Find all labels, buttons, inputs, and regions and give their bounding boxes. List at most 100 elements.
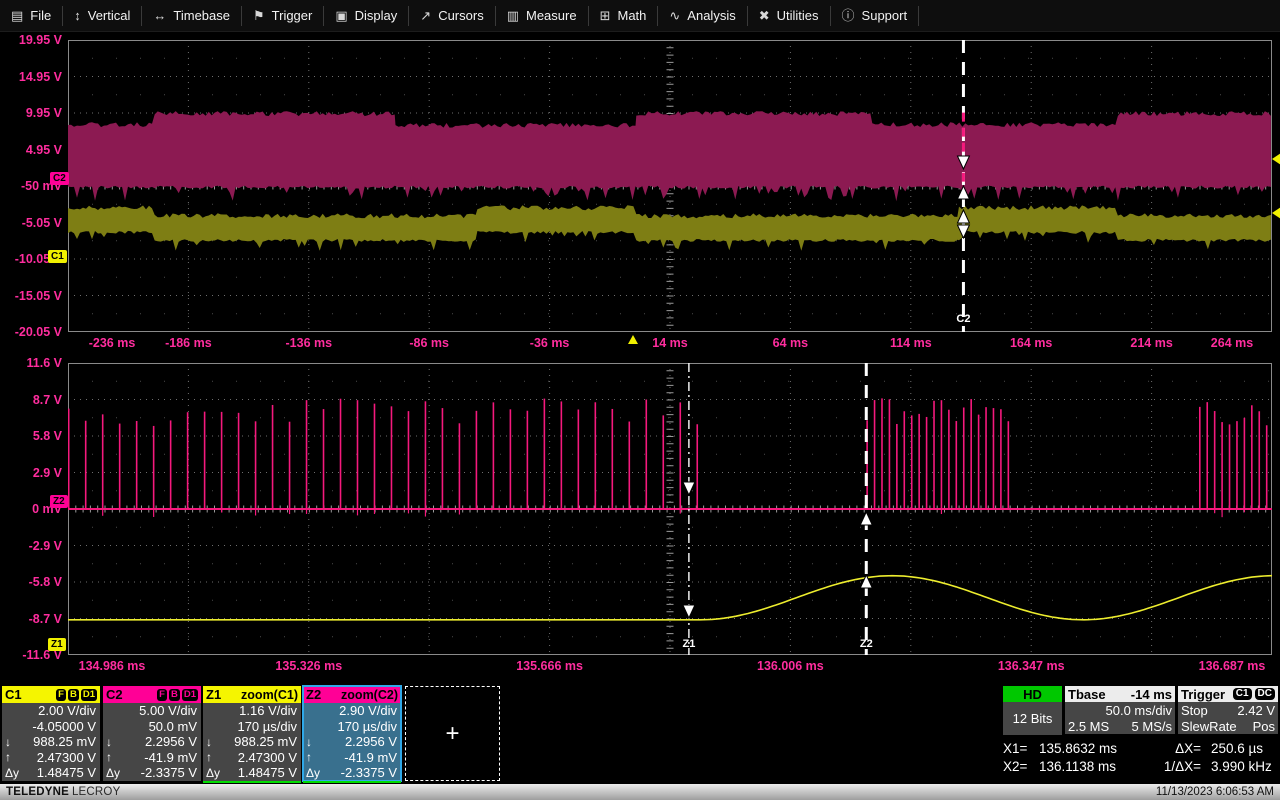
trigger-icon: ⚑	[253, 8, 265, 23]
descriptor-value: 2.47300 V	[36, 749, 96, 765]
descriptor-value: 2.90 V/div	[339, 703, 397, 719]
trigger-level: 2.42 V	[1237, 702, 1275, 718]
c1-offset-tab[interactable]: C1	[48, 250, 67, 263]
cursor-level-icon: ↑	[306, 750, 312, 765]
menu-item-measure[interactable]: ▥ Measure	[496, 0, 588, 31]
descriptor-row: 1.16 V/div	[203, 703, 301, 719]
main-ytick: 14.95 V	[18, 69, 62, 84]
menu-label: Vertical	[87, 8, 131, 23]
trigger-header: Trigger C1 DC	[1178, 686, 1278, 702]
z1-offset-tab[interactable]: Z1	[48, 638, 66, 651]
file-icon: ▤	[11, 8, 24, 23]
descriptor-id: Z2	[306, 687, 322, 702]
menu-item-support[interactable]: ⓘ Support	[831, 0, 919, 31]
descriptor-value: 170 µs/div	[237, 718, 297, 734]
main-xtick: 114 ms	[889, 336, 932, 350]
menu-label: Support	[861, 8, 908, 23]
descriptor-row: 2.90 V/div	[303, 703, 401, 719]
trigger-mode: Stop	[1181, 702, 1208, 718]
x2-value: 136.1138 ms	[1039, 758, 1117, 774]
cursor-level-icon: Δy	[206, 765, 221, 780]
descriptor-badge-b: B	[67, 688, 79, 701]
descriptor-z2[interactable]: Z2 zoom(C2) 2.90 V/div 170 µs/div ↓ 2.2956 V ↑…	[302, 685, 402, 783]
descriptor-value: -41.9 mV	[144, 749, 197, 765]
menu-item-utilities[interactable]: ✖ Utilities	[748, 0, 830, 31]
descriptor-value: 170 µs/div	[337, 718, 397, 734]
cursor-level-icon: ↓	[206, 734, 212, 749]
main-ytick: -5.05 V	[21, 215, 62, 230]
brand-teledyne: TELEDYNE	[6, 786, 69, 798]
menu-label: Timebase	[173, 8, 230, 23]
cursor-level-icon: ↑	[5, 750, 11, 765]
trace-c1[interactable]	[68, 205, 1271, 251]
zoom-enabled-underline	[203, 781, 301, 783]
hd-acquisition-box[interactable]: HD 12 Bits	[1003, 686, 1062, 735]
right-edge-level-marker[interactable]	[1272, 207, 1280, 220]
zoom-plot-svg[interactable]: Z1 Z2	[68, 363, 1272, 655]
z2-offset-tab[interactable]: Z2	[50, 495, 68, 508]
descriptor-badge-d1: D1	[181, 688, 198, 701]
trigger-position-marker[interactable]	[627, 335, 638, 344]
main-plot-svg[interactable]: C2	[68, 40, 1272, 332]
descriptor-value: 5.00 V/div	[139, 703, 197, 719]
math-icon: ⊞	[599, 8, 611, 23]
menu-item-file[interactable]: ▤ File	[0, 0, 62, 31]
menu-bar: ▤ File ↕ Vertical ↔ Timebase ⚑ Trigger ▣ Display ↗…	[0, 0, 1280, 32]
c2-offset-tab[interactable]: C2	[50, 172, 69, 185]
descriptor-row: ↑ -41.9 mV	[103, 750, 201, 766]
main-xtick: 264 ms	[1210, 336, 1254, 350]
cursor-level-icon: Δy	[106, 765, 121, 780]
descriptor-value: -2.3375 V	[340, 765, 397, 781]
main-ytick: 4.95 V	[25, 142, 62, 157]
descriptor-id: C1	[5, 687, 22, 702]
descriptor-row: 50.0 mV	[103, 719, 201, 735]
descriptor-row: ↓ 2.2956 V	[103, 734, 201, 750]
descriptor-badge-b: B	[168, 688, 180, 701]
oscilloscope-screen: ▤ File ↕ Vertical ↔ Timebase ⚑ Trigger ▣ Display ↗…	[0, 0, 1280, 800]
cursor-level-icon: ↓	[106, 734, 112, 749]
x2-cursor-label: Z2	[860, 638, 873, 650]
trigger-box[interactable]: Trigger C1 DC Stop 2.42 V SlewRate Pos	[1178, 686, 1278, 734]
trigger-coupling-badge: DC	[1254, 688, 1275, 700]
main-xtick: -186 ms	[165, 336, 212, 350]
cursor-level-icon: ↓	[5, 734, 11, 749]
cursor-level-icon: ↑	[206, 750, 212, 765]
timebase-header: Tbase -14 ms	[1065, 686, 1175, 702]
menu-item-timebase[interactable]: ↔ Timebase	[142, 0, 241, 31]
zoom-xtick: 135.326 ms	[275, 659, 343, 673]
cursor-level-icon: ↓	[306, 734, 312, 749]
timebase-offset: -14 ms	[1130, 686, 1172, 702]
timebase-box[interactable]: Tbase -14 ms 50.0 ms/div 2.5 MS 5 MS/s	[1065, 686, 1175, 734]
invdx-label: 1/ΔX=	[1163, 758, 1201, 774]
descriptor-badge-d1: D1	[80, 688, 97, 701]
menu-item-math[interactable]: ⊞ Math	[589, 0, 658, 31]
descriptor-id: Z1	[206, 687, 222, 702]
menu-item-trigger[interactable]: ⚑ Trigger	[242, 0, 323, 31]
descriptor-row: ↓ 988.25 mV	[2, 734, 100, 750]
descriptor-z1[interactable]: Z1 zoom(C1) 1.16 V/div 170 µs/div ↓ 988.25 mV…	[203, 686, 301, 783]
descriptor-value: 988.25 mV	[33, 734, 96, 750]
descriptor-row: ↑ 2.47300 V	[203, 750, 301, 766]
trigger-title: Trigger	[1181, 686, 1226, 702]
descriptor-value: 2.2956 V	[344, 734, 397, 750]
right-edge-level-marker[interactable]	[1272, 152, 1280, 165]
hd-bits-value: 12 Bits	[1012, 711, 1053, 726]
descriptor-c1[interactable]: C1 F B D1 2.00 V/div -4.05000 V ↓ 988.25 mV ↑ 2.4…	[2, 686, 100, 781]
menu-label: Utilities	[776, 8, 819, 23]
descriptor-value: -2.3375 V	[140, 765, 197, 781]
menu-label: File	[30, 8, 52, 23]
invdx-value: 3.990 kHz	[1211, 758, 1272, 774]
add-trace-button[interactable]: +	[405, 686, 500, 781]
descriptor-value: -4.05000 V	[32, 718, 96, 734]
menu-item-analysis[interactable]: ∿ Analysis	[658, 0, 746, 31]
menu-item-cursors[interactable]: ↗ Cursors	[409, 0, 494, 31]
descriptor-row: ↑ 2.47300 V	[2, 750, 100, 766]
status-bar: TELEDYNE LECROY 11/13/2023 6:06:53 AM	[0, 784, 1280, 800]
timebase-scale: 50.0 ms/div	[1105, 702, 1172, 718]
menu-item-vertical[interactable]: ↕ Vertical	[63, 0, 141, 31]
utilities-icon: ✖	[758, 8, 770, 23]
descriptor-value: 2.2956 V	[144, 734, 197, 750]
descriptor-c2[interactable]: C2 F B D1 5.00 V/div 50.0 mV ↓ 2.2956 V ↑ -41.9 m…	[103, 686, 201, 781]
menu-item-display[interactable]: ▣ Display	[324, 0, 408, 31]
descriptor-value: 1.48475 V	[36, 765, 96, 781]
